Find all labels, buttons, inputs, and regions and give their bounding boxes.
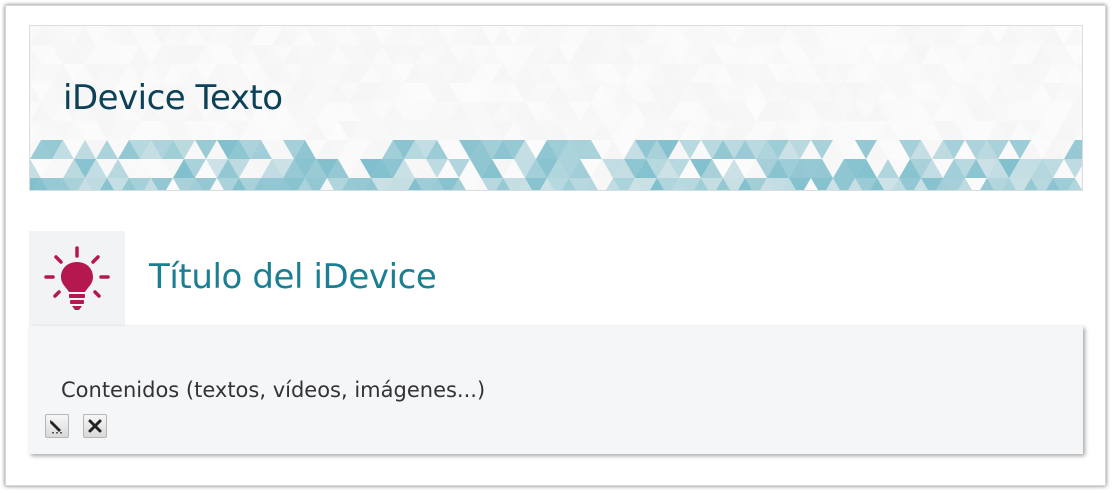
idevice-content: Contenidos (textos, vídeos, imágenes...) (29, 326, 1083, 454)
lightbulb-icon (44, 246, 110, 310)
page-header: iDevice Texto (29, 25, 1083, 191)
idevice-title: Título del iDevice (149, 257, 437, 297)
page-title: iDevice Texto (63, 78, 283, 118)
edit-button[interactable] (45, 414, 69, 438)
delete-x-icon (88, 419, 102, 433)
idevice-icon-box (29, 231, 125, 326)
delete-button[interactable] (83, 414, 107, 438)
edit-pencil-icon (50, 420, 62, 434)
idevice-content-text: Contenidos (textos, vídeos, imágenes...) (61, 378, 486, 402)
idevice-header: Título del iDevice (29, 231, 1083, 326)
